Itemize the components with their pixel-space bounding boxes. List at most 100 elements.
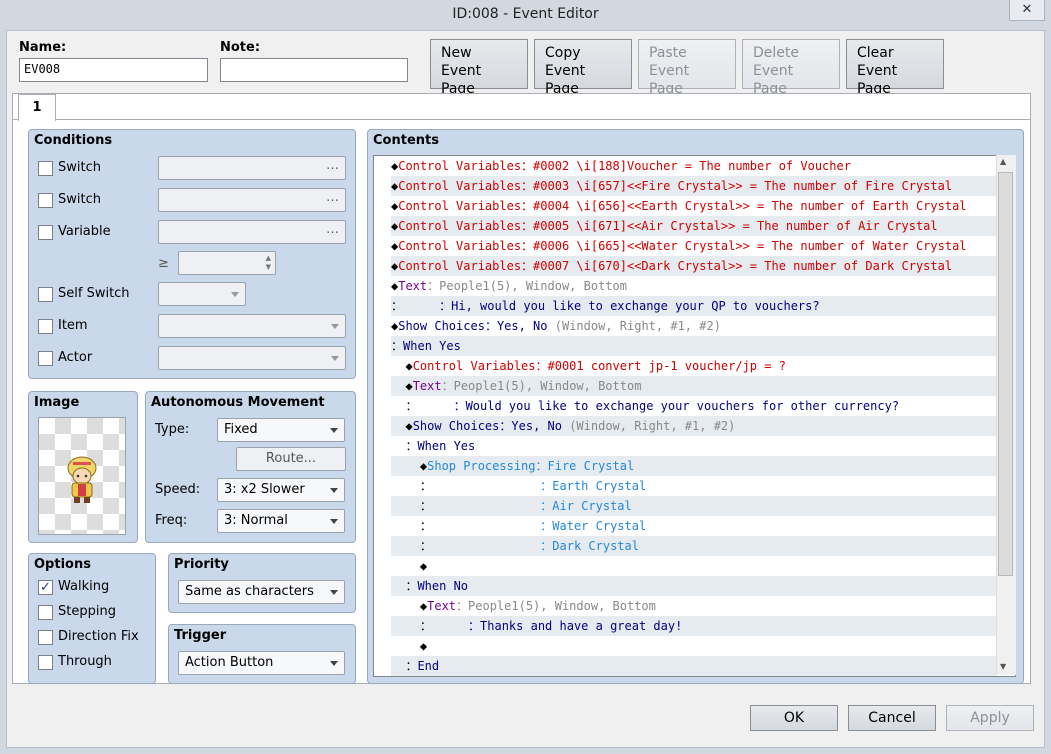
command-line[interactable]: ◆Control Variables：#0005 \i[671]<<Air Cr… [391, 216, 996, 236]
cancel-button[interactable]: Cancel [848, 705, 936, 731]
through-checkbox[interactable] [38, 655, 53, 670]
command-line[interactable]: ◆Control Variables：#0007 \i[670]<<Dark C… [391, 256, 996, 276]
command-text: ◆ [391, 559, 428, 573]
copy-event-page-button[interactable]: Copy Event Page [534, 39, 632, 97]
variable-checkbox[interactable] [38, 225, 53, 240]
command-text: ◆ [391, 359, 413, 373]
note-label: Note: [220, 40, 261, 55]
command-text: ：Yes, No [484, 319, 555, 333]
ok-button[interactable]: OK [750, 705, 838, 731]
variable-value-spinner[interactable]: ▲ ▼ [178, 251, 276, 275]
walking-checkbox[interactable]: ✓ [38, 580, 53, 595]
command-text: Control Variables：#0005 \i[671]<<Air Cry… [398, 219, 938, 233]
ge-symbol: ≥ [158, 256, 169, 271]
actor-checkbox[interactable] [38, 351, 53, 366]
command-text: Control Variables：#0003 \i[657]<<Fire Cr… [398, 179, 953, 193]
button-label: New [441, 45, 472, 61]
variable-selector[interactable]: … [158, 220, 346, 244]
command-text: Control Variables：#0002 \i[188]Voucher =… [398, 159, 851, 173]
command-text: When No [417, 579, 469, 593]
scroll-up-icon[interactable]: ▲ [1000, 157, 1006, 166]
command-line[interactable]: ： ：Water Crystal [391, 516, 996, 536]
switch1-checkbox[interactable] [38, 161, 53, 176]
switch2-label: Switch [58, 192, 101, 207]
item-checkbox[interactable] [38, 319, 53, 334]
frequency-dropdown[interactable]: 3: Normal [217, 509, 345, 533]
command-text: ：Would you like to exchange your voucher… [417, 399, 900, 413]
command-text: Text [412, 379, 442, 393]
command-line[interactable]: ：When Yes [391, 336, 996, 356]
dropdown-value: Same as characters [185, 584, 314, 599]
command-line[interactable]: ： ：Thanks and have a great day! [391, 616, 996, 636]
command-text: Show Choices [412, 419, 500, 433]
contents-title: Contents [373, 133, 439, 148]
character-image-preview[interactable] [38, 417, 126, 535]
self-switch-dropdown[interactable] [158, 282, 246, 306]
command-line[interactable]: ◆Control Variables：#0001 convert jp-1 vo… [391, 356, 996, 376]
command-line[interactable]: ：End [391, 656, 996, 676]
command-line[interactable]: ◆Show Choices：Yes, No (Window, Right, #1… [391, 316, 996, 336]
apply-button[interactable]: Apply [946, 705, 1034, 731]
close-button[interactable]: ✕ [1009, 0, 1045, 21]
priority-dropdown[interactable]: Same as characters [178, 580, 345, 604]
stepping-checkbox[interactable] [38, 605, 53, 620]
variable-label: Variable [58, 224, 111, 239]
scroll-down-icon[interactable]: ▼ [1000, 662, 1006, 671]
switch2-selector[interactable]: … [158, 188, 346, 212]
command-line[interactable]: ： ：Earth Crystal [391, 476, 996, 496]
command-line[interactable]: ◆Text：People1(5), Window, Bottom [391, 596, 996, 616]
command-text: ：Dark Crystal [431, 539, 639, 553]
command-line[interactable]: ◆Text：People1(5), Window, Bottom [391, 376, 996, 396]
command-line[interactable]: ◆Control Variables：#0002 \i[188]Voucher … [391, 156, 996, 176]
freq-label: Freq: [155, 513, 188, 528]
command-text: When Yes [403, 339, 461, 353]
command-line[interactable]: ： ：Would you like to exchange your vouch… [391, 396, 996, 416]
actor-dropdown[interactable] [158, 346, 346, 370]
paste-event-page-button[interactable]: Paste Event Page [638, 39, 736, 97]
dropdown-value: 3: Normal [224, 513, 288, 528]
command-text: ：Water Crystal [431, 519, 647, 533]
dropdown-value: 3: x2 Slower [224, 482, 305, 497]
command-text: ： [391, 659, 418, 673]
switch1-selector[interactable]: … [158, 156, 346, 180]
trigger-dropdown[interactable]: Action Button [178, 651, 345, 675]
command-text: ： [391, 499, 432, 513]
item-dropdown[interactable] [158, 314, 346, 338]
note-input[interactable] [220, 58, 408, 82]
command-text: Control Variables：#0004 \i[656]<<Earth C… [398, 199, 967, 213]
command-line[interactable]: ◆Control Variables：#0006 \i[665]<<Water … [391, 236, 996, 256]
direction-fix-label: Direction Fix [58, 629, 139, 644]
command-line[interactable]: ： ：Air Crystal [391, 496, 996, 516]
command-line[interactable]: ◆Control Variables：#0003 \i[657]<<Fire C… [391, 176, 996, 196]
clear-event-page-button[interactable]: Clear Event Page [846, 39, 944, 97]
direction-fix-checkbox[interactable] [38, 630, 53, 645]
command-line[interactable]: ◆Show Choices：Yes, No (Window, Right, #1… [391, 416, 996, 436]
tab-page-1[interactable]: 1 [18, 94, 56, 121]
command-line[interactable]: ： ：Dark Crystal [391, 536, 996, 556]
command-text: ：Hi, would you like to exchange your QP … [403, 299, 820, 313]
command-text: ： [391, 479, 432, 493]
new-event-page-button[interactable]: New Event Page [430, 39, 528, 97]
name-input[interactable]: EV008 [19, 58, 208, 82]
command-line[interactable]: ◆Text：People1(5), Window, Bottom [391, 276, 996, 296]
command-lines: ◆ Control Variables：#0002 \i[188]Voucher … [390, 156, 996, 676]
command-line[interactable]: ：When Yes [391, 436, 996, 456]
command-text: ： [391, 399, 418, 413]
route-button[interactable]: Route... [236, 447, 346, 471]
speed-dropdown[interactable]: 3: x2 Slower [217, 478, 345, 502]
command-line[interactable]: ◆ [391, 636, 996, 656]
command-line[interactable]: ◆Shop Processing：Fire Crystal [391, 456, 996, 476]
scrollbar-thumb[interactable] [998, 172, 1013, 576]
options-title: Options [34, 557, 91, 572]
delete-event-page-button[interactable]: Delete Event Page [742, 39, 840, 97]
command-line[interactable]: ： ：Hi, would you like to exchange your Q… [391, 296, 996, 316]
command-line[interactable]: ◆Control Variables：#0004 \i[656]<<Earth … [391, 196, 996, 216]
title-bar: ID:008 - Event Editor ✕ [0, 0, 1051, 30]
switch1-label: Switch [58, 160, 101, 175]
command-text: ：Thanks and have a great day! [431, 619, 683, 633]
self-switch-checkbox[interactable] [38, 287, 53, 302]
command-line[interactable]: ◆ [391, 556, 996, 576]
command-line[interactable]: ：When No [391, 576, 996, 596]
switch2-checkbox[interactable] [38, 193, 53, 208]
movement-type-dropdown[interactable]: Fixed [217, 418, 345, 442]
